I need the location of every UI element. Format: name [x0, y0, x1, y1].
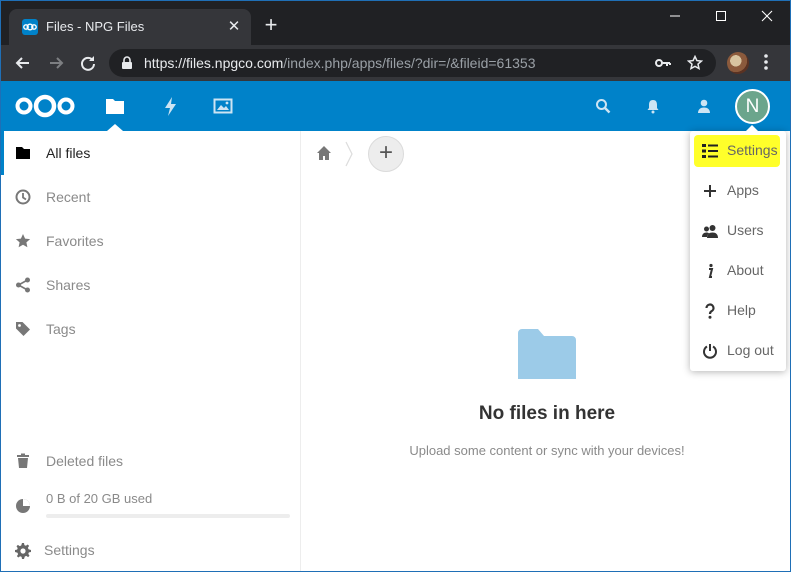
search-icon[interactable] — [595, 98, 611, 114]
sidebar-item-label: Shares — [46, 277, 91, 293]
bookmark-star-icon[interactable] — [686, 54, 704, 76]
minimize-button[interactable] — [652, 1, 698, 31]
menu-item-apps[interactable]: Apps — [690, 171, 786, 211]
power-icon — [702, 343, 718, 359]
share-icon — [15, 277, 31, 293]
folder-icon — [15, 145, 31, 161]
quota-progress-bar — [46, 514, 290, 518]
notifications-bell-icon[interactable] — [645, 98, 661, 114]
tag-icon — [15, 321, 31, 337]
gear-icon — [15, 543, 31, 564]
menu-item-help[interactable]: Help — [690, 291, 786, 331]
menu-item-about[interactable]: About — [690, 251, 786, 291]
empty-state-hint: Upload some content or sync with your de… — [409, 443, 685, 458]
user-menu-caret — [744, 125, 760, 133]
star-icon — [15, 233, 31, 249]
lock-icon — [121, 56, 133, 75]
browser-menu-icon[interactable] — [763, 53, 769, 76]
key-icon[interactable] — [655, 56, 671, 75]
user-settings-menu: Settings Apps Users About Help Log out — [690, 131, 786, 371]
sidebar-item-tags[interactable]: Tags — [1, 307, 301, 351]
menu-item-label: About — [727, 262, 764, 278]
active-app-caret — [107, 124, 123, 131]
browser-window: Files - NPG Files ✕ + https://files.npgc… — [0, 0, 791, 572]
breadcrumb-separator-icon — [344, 141, 354, 172]
tab-title: Files - NPG Files — [46, 19, 145, 34]
forward-button[interactable] — [44, 51, 68, 75]
new-file-button[interactable]: + — [368, 136, 404, 172]
menu-item-users[interactable]: Users — [690, 211, 786, 251]
nextcloud-header: N — [1, 81, 790, 131]
sidebar-item-label: Favorites — [46, 233, 104, 249]
tab-strip: Files - NPG Files ✕ + — [1, 1, 790, 45]
trash-icon — [15, 453, 31, 469]
sidebar-item-favorites[interactable]: Favorites — [1, 219, 301, 263]
sidebar-item-recent[interactable]: Recent — [1, 175, 301, 219]
list-icon — [702, 143, 718, 159]
maximize-button[interactable] — [698, 1, 744, 31]
nextcloud-logo[interactable] — [14, 94, 76, 123]
menu-item-label: Users — [727, 222, 764, 238]
clock-icon — [15, 189, 31, 205]
browser-tab[interactable]: Files - NPG Files ✕ — [9, 9, 251, 45]
reload-button[interactable] — [76, 51, 100, 75]
menu-item-label: Apps — [727, 182, 759, 198]
url-path: /index.php/apps/files/?dir=/&fileid=6135… — [283, 55, 536, 71]
close-window-button[interactable] — [744, 1, 790, 31]
user-avatar[interactable]: N — [735, 89, 770, 124]
url-host: https://files.npgco.com — [144, 55, 284, 71]
app-navigation: All files Recent Favorites Shares Tags D… — [1, 131, 301, 571]
home-icon[interactable] — [316, 145, 332, 166]
question-icon — [702, 303, 718, 319]
nextcloud-favicon-icon — [22, 19, 38, 35]
quota-pie-icon — [15, 498, 31, 519]
empty-state-title: No files in here — [478, 403, 616, 424]
info-icon — [702, 263, 718, 279]
menu-item-label: Log out — [727, 342, 774, 358]
gallery-app-icon[interactable] — [213, 96, 233, 116]
sidebar-item-label: Tags — [46, 321, 76, 337]
new-tab-button[interactable]: + — [260, 14, 282, 36]
browser-toolbar: https://files.npgco.com/index.php/apps/f… — [1, 45, 790, 81]
users-icon — [702, 223, 718, 239]
url-text: https://files.npgco.com/index.php/apps/f… — [144, 55, 535, 71]
plus-icon — [702, 183, 718, 199]
files-app-icon[interactable] — [105, 96, 125, 116]
sidebar-item-label: All files — [46, 145, 91, 161]
sidebar-item-label: Recent — [46, 189, 91, 205]
menu-item-logout[interactable]: Log out — [690, 331, 786, 371]
menu-item-settings[interactable]: Settings — [690, 131, 786, 171]
menu-item-label: Settings — [727, 142, 778, 158]
empty-folder-icon — [518, 329, 576, 384]
sidebar-settings-label: Settings — [44, 542, 95, 558]
sidebar-item-deleted-files[interactable]: Deleted files — [1, 439, 301, 483]
tab-close-icon[interactable]: ✕ — [225, 18, 243, 36]
sidebar-item-label: Deleted files — [46, 453, 124, 469]
sidebar-item-shares[interactable]: Shares — [1, 263, 301, 307]
contacts-icon[interactable] — [696, 98, 712, 114]
back-button[interactable] — [11, 51, 35, 75]
address-bar[interactable]: https://files.npgco.com/index.php/apps/f… — [109, 49, 716, 77]
quota-text: 0 B of 20 GB used — [46, 491, 153, 506]
sidebar-item-all-files[interactable]: All files — [1, 131, 301, 175]
activity-app-icon[interactable] — [161, 96, 181, 116]
profile-avatar[interactable] — [727, 52, 749, 74]
sidebar-settings-button[interactable]: Settings — [1, 531, 301, 571]
menu-item-label: Help — [727, 302, 756, 318]
